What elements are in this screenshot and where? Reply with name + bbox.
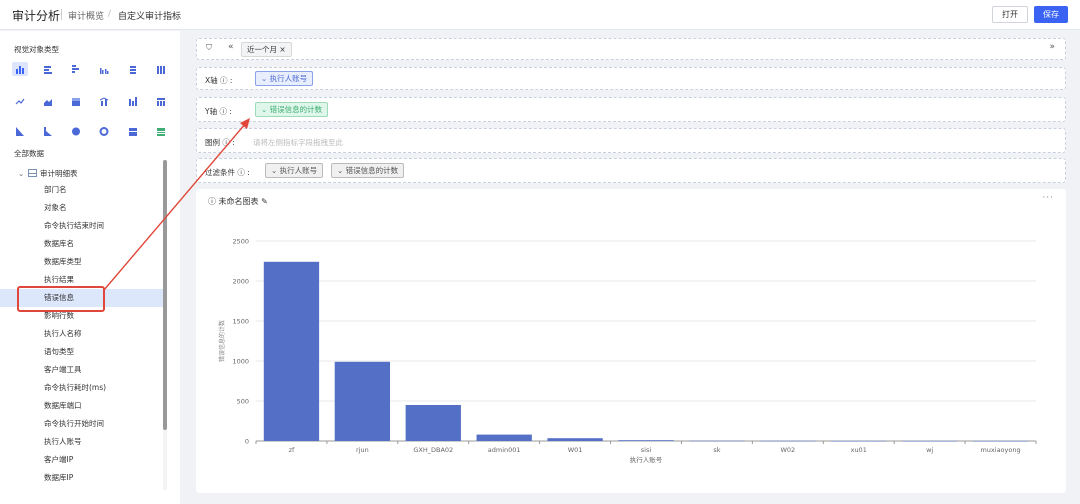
annotation-overlay: [17, 118, 250, 312]
annotation-arrow-line: [103, 122, 247, 291]
annotation-highlight-box: [17, 286, 105, 312]
